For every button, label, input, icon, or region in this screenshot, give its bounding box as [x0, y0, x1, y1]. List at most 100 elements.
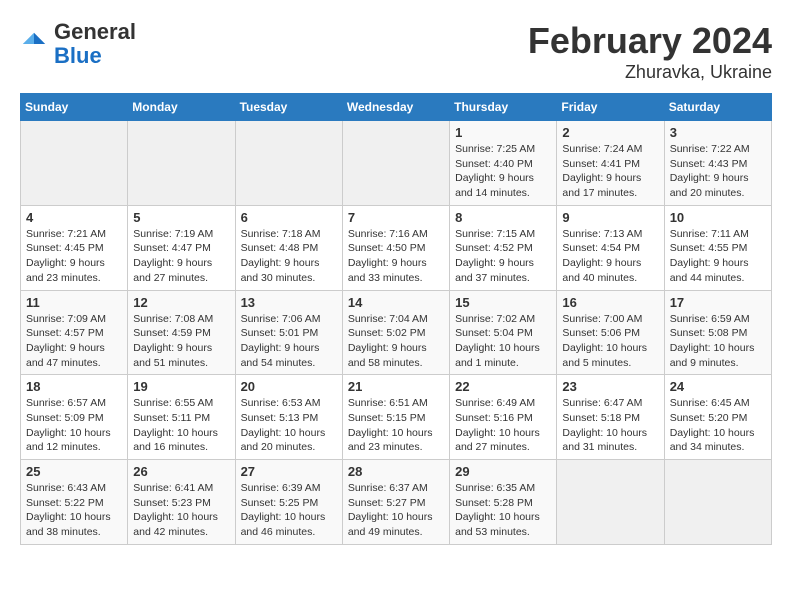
day-number: 16 [562, 295, 658, 310]
day-detail: Sunrise: 7:09 AM Sunset: 4:57 PM Dayligh… [26, 312, 122, 371]
day-number: 27 [241, 464, 337, 479]
week-row-1: 1Sunrise: 7:25 AM Sunset: 4:40 PM Daylig… [21, 121, 772, 206]
day-detail: Sunrise: 6:51 AM Sunset: 5:15 PM Dayligh… [348, 396, 444, 455]
day-cell: 29 Sunrise: 6:35 AM Sunset: 5:28 PM Dayli… [450, 460, 557, 545]
day-detail: Sunrise: 6:47 AM Sunset: 5:18 PM Dayligh… [562, 396, 658, 455]
day-cell: 7Sunrise: 7:16 AM Sunset: 4:50 PM Daylig… [342, 205, 449, 290]
day-number: 22 [455, 379, 551, 394]
day-cell: 13 Sunrise: 7:06 AM Sunset: 5:01 PM Dayli… [235, 290, 342, 375]
day-cell [342, 121, 449, 206]
day-number: 17 [670, 295, 766, 310]
day-number: 10 [670, 210, 766, 225]
week-row-2: 4 Sunrise: 7:21 AM Sunset: 4:45 PM Daylig… [21, 205, 772, 290]
calendar-subtitle: Zhuravka, Ukraine [528, 62, 772, 83]
calendar-title: February 2024 [528, 20, 772, 62]
logo-text: General Blue [54, 20, 136, 68]
day-cell: 4 Sunrise: 7:21 AM Sunset: 4:45 PM Daylig… [21, 205, 128, 290]
calendar-body: 1Sunrise: 7:25 AM Sunset: 4:40 PM Daylig… [21, 121, 772, 545]
day-number: 24 [670, 379, 766, 394]
day-number: 15 [455, 295, 551, 310]
day-cell: 22 Sunrise: 6:49 AM Sunset: 5:16 PM Dayli… [450, 375, 557, 460]
day-detail: Sunrise: 7:11 AM Sunset: 4:55 PM Dayligh… [670, 227, 766, 286]
day-detail: Sunrise: 7:02 AM Sunset: 5:04 PM Dayligh… [455, 312, 551, 371]
day-detail: Sunrise: 6:43 AM Sunset: 5:22 PM Dayligh… [26, 481, 122, 540]
day-detail: Sunrise: 7:06 AM Sunset: 5:01 PM Dayligh… [241, 312, 337, 371]
day-cell: 26Sunrise: 6:41 AM Sunset: 5:23 PM Dayli… [128, 460, 235, 545]
day-detail: Sunrise: 7:15 AM Sunset: 4:52 PM Dayligh… [455, 227, 551, 286]
day-detail: Sunrise: 6:53 AM Sunset: 5:13 PM Dayligh… [241, 396, 337, 455]
day-detail: Sunrise: 7:08 AM Sunset: 4:59 PM Dayligh… [133, 312, 229, 371]
day-cell: 19 Sunrise: 6:55 AM Sunset: 5:11 PM Dayli… [128, 375, 235, 460]
day-number: 14 [348, 295, 444, 310]
day-cell: 24Sunrise: 6:45 AM Sunset: 5:20 PM Dayli… [664, 375, 771, 460]
day-detail: Sunrise: 6:39 AM Sunset: 5:25 PM Dayligh… [241, 481, 337, 540]
day-cell: 25 Sunrise: 6:43 AM Sunset: 5:22 PM Dayli… [21, 460, 128, 545]
day-cell: 20 Sunrise: 6:53 AM Sunset: 5:13 PM Dayli… [235, 375, 342, 460]
day-number: 19 [133, 379, 229, 394]
day-number: 25 [26, 464, 122, 479]
day-number: 8 [455, 210, 551, 225]
header-cell-sunday: Sunday [21, 94, 128, 121]
day-number: 20 [241, 379, 337, 394]
day-cell [557, 460, 664, 545]
day-detail: Sunrise: 7:13 AM Sunset: 4:54 PM Dayligh… [562, 227, 658, 286]
header-cell-thursday: Thursday [450, 94, 557, 121]
calendar-header: SundayMondayTuesdayWednesdayThursdayFrid… [21, 94, 772, 121]
day-cell: 21Sunrise: 6:51 AM Sunset: 5:15 PM Dayli… [342, 375, 449, 460]
day-detail: Sunrise: 6:59 AM Sunset: 5:08 PM Dayligh… [670, 312, 766, 371]
day-detail: Sunrise: 7:00 AM Sunset: 5:06 PM Dayligh… [562, 312, 658, 371]
day-number: 4 [26, 210, 122, 225]
day-cell: 9 Sunrise: 7:13 AM Sunset: 4:54 PM Daylig… [557, 205, 664, 290]
day-detail: Sunrise: 7:19 AM Sunset: 4:47 PM Dayligh… [133, 227, 229, 286]
day-cell: 16 Sunrise: 7:00 AM Sunset: 5:06 PM Dayli… [557, 290, 664, 375]
header-cell-saturday: Saturday [664, 94, 771, 121]
day-detail: Sunrise: 6:37 AM Sunset: 5:27 PM Dayligh… [348, 481, 444, 540]
day-number: 26 [133, 464, 229, 479]
day-detail: Sunrise: 6:35 AM Sunset: 5:28 PM Dayligh… [455, 481, 551, 540]
day-cell: 1Sunrise: 7:25 AM Sunset: 4:40 PM Daylig… [450, 121, 557, 206]
day-cell: 3Sunrise: 7:22 AM Sunset: 4:43 PM Daylig… [664, 121, 771, 206]
day-number: 5 [133, 210, 229, 225]
calendar-table: SundayMondayTuesdayWednesdayThursdayFrid… [20, 93, 772, 545]
title-block: February 2024 Zhuravka, Ukraine [528, 20, 772, 83]
day-detail: Sunrise: 6:49 AM Sunset: 5:16 PM Dayligh… [455, 396, 551, 455]
day-number: 29 [455, 464, 551, 479]
day-cell: 28Sunrise: 6:37 AM Sunset: 5:27 PM Dayli… [342, 460, 449, 545]
day-number: 12 [133, 295, 229, 310]
day-number: 2 [562, 125, 658, 140]
day-number: 6 [241, 210, 337, 225]
day-cell: 2Sunrise: 7:24 AM Sunset: 4:41 PM Daylig… [557, 121, 664, 206]
day-cell: 11 Sunrise: 7:09 AM Sunset: 4:57 PM Dayli… [21, 290, 128, 375]
header-row: SundayMondayTuesdayWednesdayThursdayFrid… [21, 94, 772, 121]
day-number: 7 [348, 210, 444, 225]
day-cell: 12 Sunrise: 7:08 AM Sunset: 4:59 PM Dayli… [128, 290, 235, 375]
logo: General Blue [20, 20, 136, 68]
day-cell: 14 Sunrise: 7:04 AM Sunset: 5:02 PM Dayli… [342, 290, 449, 375]
day-number: 9 [562, 210, 658, 225]
day-cell [128, 121, 235, 206]
day-detail: Sunrise: 7:18 AM Sunset: 4:48 PM Dayligh… [241, 227, 337, 286]
logo-icon [20, 30, 48, 58]
day-cell: 8 Sunrise: 7:15 AM Sunset: 4:52 PM Daylig… [450, 205, 557, 290]
day-number: 1 [455, 125, 551, 140]
day-cell: 10 Sunrise: 7:11 AM Sunset: 4:55 PM Dayli… [664, 205, 771, 290]
page-header: General Blue February 2024 Zhuravka, Ukr… [20, 20, 772, 83]
week-row-4: 18 Sunrise: 6:57 AM Sunset: 5:09 PM Dayli… [21, 375, 772, 460]
week-row-5: 25 Sunrise: 6:43 AM Sunset: 5:22 PM Dayli… [21, 460, 772, 545]
week-row-3: 11 Sunrise: 7:09 AM Sunset: 4:57 PM Dayli… [21, 290, 772, 375]
day-number: 23 [562, 379, 658, 394]
day-cell: 15 Sunrise: 7:02 AM Sunset: 5:04 PM Dayli… [450, 290, 557, 375]
day-cell: 6 Sunrise: 7:18 AM Sunset: 4:48 PM Daylig… [235, 205, 342, 290]
day-number: 3 [670, 125, 766, 140]
header-cell-friday: Friday [557, 94, 664, 121]
day-detail: Sunrise: 6:57 AM Sunset: 5:09 PM Dayligh… [26, 396, 122, 455]
day-cell: 5 Sunrise: 7:19 AM Sunset: 4:47 PM Daylig… [128, 205, 235, 290]
day-cell: 23 Sunrise: 6:47 AM Sunset: 5:18 PM Dayli… [557, 375, 664, 460]
day-detail: Sunrise: 7:21 AM Sunset: 4:45 PM Dayligh… [26, 227, 122, 286]
day-number: 11 [26, 295, 122, 310]
day-number: 18 [26, 379, 122, 394]
day-detail: Sunrise: 6:55 AM Sunset: 5:11 PM Dayligh… [133, 396, 229, 455]
day-number: 13 [241, 295, 337, 310]
day-cell: 17 Sunrise: 6:59 AM Sunset: 5:08 PM Dayli… [664, 290, 771, 375]
day-detail: Sunrise: 7:04 AM Sunset: 5:02 PM Dayligh… [348, 312, 444, 371]
